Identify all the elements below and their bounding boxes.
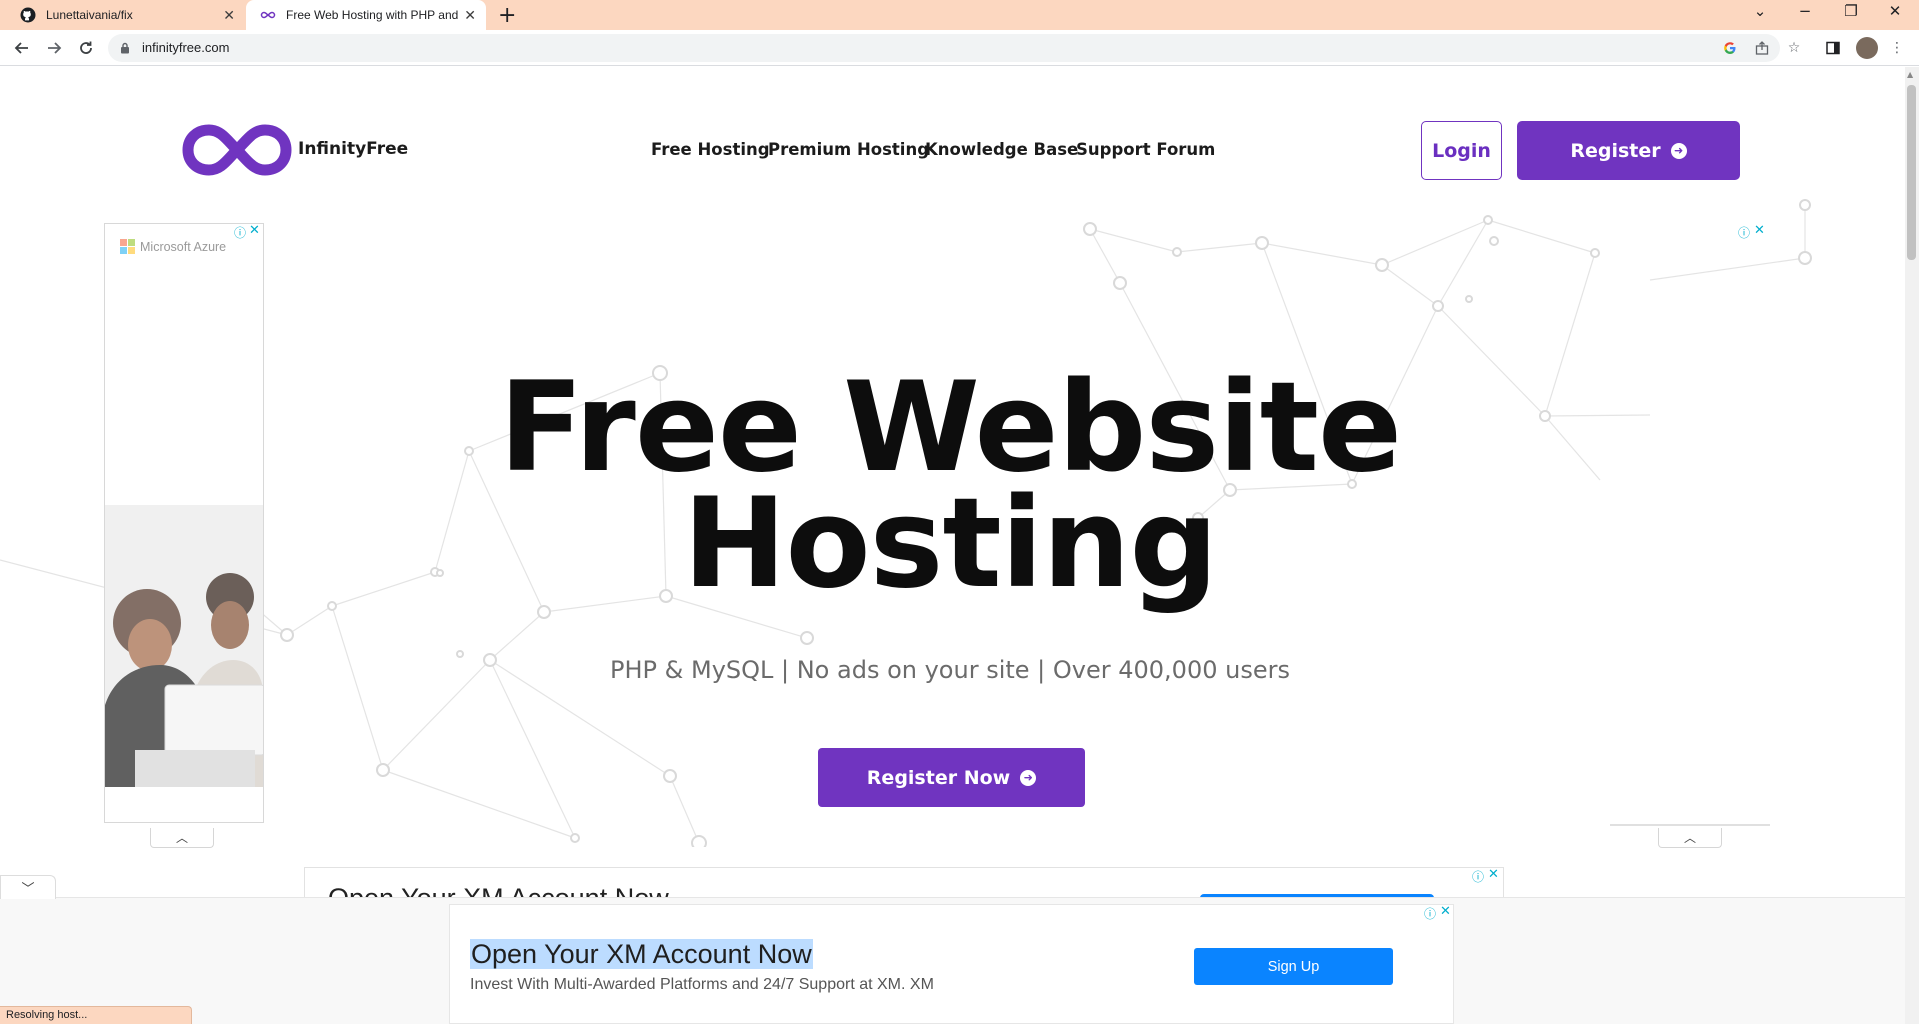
collapse-ad-button[interactable]: ︿ xyxy=(150,828,214,848)
hero-title-line1: Free Website xyxy=(498,356,1402,500)
nav-free-hosting[interactable]: Free Hosting xyxy=(651,140,770,159)
restore-icon[interactable]: ❐ xyxy=(1836,2,1866,20)
close-tab-icon[interactable]: ✕ xyxy=(223,7,235,24)
chevron-up-icon: ︿ xyxy=(175,831,188,845)
chevron-up-icon: ︿ xyxy=(1683,831,1696,845)
ad-close-icon[interactable]: ✕ xyxy=(249,223,260,238)
side-panel-icon[interactable] xyxy=(1824,39,1842,57)
infinityfree-icon xyxy=(260,7,276,23)
ad-close-icon[interactable]: ✕ xyxy=(1440,904,1451,919)
forward-icon[interactable] xyxy=(42,36,66,60)
profile-avatar[interactable] xyxy=(1856,37,1878,59)
register-now-label: Register Now xyxy=(866,766,1011,789)
url-text[interactable]: infinityfree.com xyxy=(142,40,229,55)
google-lens-icon[interactable] xyxy=(1721,39,1739,57)
address-bar[interactable] xyxy=(108,34,1780,62)
register-now-button[interactable]: Register Now ➜ xyxy=(818,748,1085,807)
microsoft-logo-icon xyxy=(120,239,135,254)
lock-icon[interactable] xyxy=(116,39,134,57)
ad-brand-text: Microsoft Azure xyxy=(140,239,227,254)
nav-support-forum[interactable]: Support Forum xyxy=(1076,140,1215,159)
tab-github[interactable]: Lunettaivania/fix ✕ xyxy=(0,0,245,30)
back-icon[interactable] xyxy=(10,36,34,60)
minimize-icon[interactable]: − xyxy=(1790,2,1820,20)
arrow-right-icon: ➜ xyxy=(1670,142,1687,159)
tab-search-icon[interactable]: ⌄ xyxy=(1745,2,1775,20)
sign-up-button[interactable]: Sign Up xyxy=(1194,948,1393,985)
collapse-anchor-ad-button[interactable]: ﹀ xyxy=(0,875,56,899)
status-bar: Resolving host... xyxy=(0,1006,192,1024)
github-icon xyxy=(20,7,36,23)
hero-title: Free Website Hosting xyxy=(480,356,1420,616)
hero-title-line2: Hosting xyxy=(682,472,1219,616)
logo-text[interactable]: InfinityFree xyxy=(298,139,408,159)
tab-infinityfree[interactable]: Free Web Hosting with PHP and ✕ xyxy=(246,0,486,30)
register-button-label: Register xyxy=(1570,139,1661,162)
collapse-ad-button[interactable]: ︿ xyxy=(1658,828,1722,848)
infinityfree-logo[interactable] xyxy=(182,122,292,178)
anchor-ad-description: Invest With Multi-Awarded Platforms and … xyxy=(470,976,934,993)
bookmark-star-icon[interactable]: ☆ xyxy=(1785,39,1803,57)
hero-subtitle: PHP & MySQL | No ads on your site | Over… xyxy=(610,656,1290,684)
tab-title: Lunettaivania/fix xyxy=(46,8,133,22)
menu-icon[interactable]: ⋮ xyxy=(1888,39,1906,57)
register-button[interactable]: Register ➜ xyxy=(1517,121,1740,180)
nav-knowledge-base[interactable]: Knowledge Base xyxy=(925,140,1078,159)
login-button[interactable]: Login xyxy=(1421,121,1502,180)
arrow-right-icon: ➜ xyxy=(1020,769,1037,786)
ad-info-icon[interactable]: ⓘ xyxy=(234,224,246,241)
new-tab-icon[interactable]: + xyxy=(498,3,516,28)
reload-icon[interactable] xyxy=(74,36,98,60)
tab-title: Free Web Hosting with PHP and xyxy=(286,8,459,22)
right-ad-edge xyxy=(1610,824,1770,826)
nav-premium-hosting[interactable]: Premium Hosting xyxy=(768,140,929,159)
anchor-ad-title[interactable]: Open Your XM Account Now xyxy=(470,939,813,969)
scrollbar-thumb[interactable] xyxy=(1907,85,1916,260)
ad-info-icon[interactable]: ⓘ xyxy=(1738,224,1750,241)
ad-info-icon[interactable]: ⓘ xyxy=(1472,868,1484,885)
ad-photo xyxy=(105,505,263,787)
ad-info-icon[interactable]: ⓘ xyxy=(1424,905,1436,922)
close-tab-icon[interactable]: ✕ xyxy=(464,7,476,24)
ad-brand: Microsoft Azure xyxy=(120,239,226,254)
chevron-down-icon: ﹀ xyxy=(21,882,35,897)
ad-close-icon[interactable]: ✕ xyxy=(1488,867,1499,882)
scroll-up-arrow-icon[interactable]: ▲ xyxy=(1907,70,1913,79)
share-icon[interactable] xyxy=(1753,39,1771,57)
ad-close-icon[interactable]: ✕ xyxy=(1754,223,1765,238)
close-window-icon[interactable]: ✕ xyxy=(1880,2,1910,20)
